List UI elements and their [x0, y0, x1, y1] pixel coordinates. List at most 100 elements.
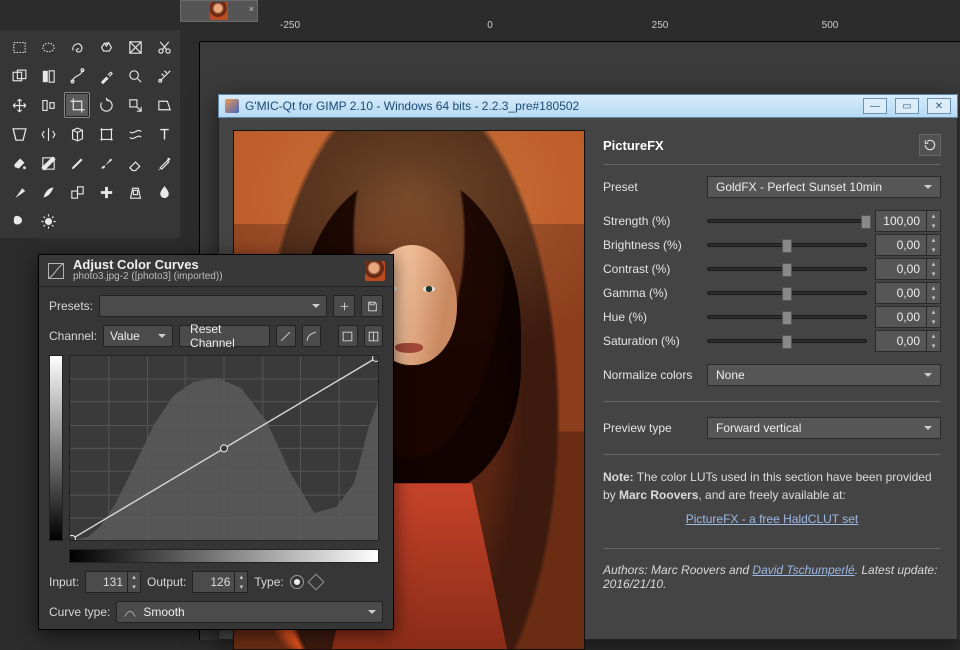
preset-select[interactable]: GoldFX - Perfect Sunset 10min — [707, 176, 941, 198]
view-picker-button[interactable] — [338, 325, 357, 347]
tool-bucket-fill[interactable] — [6, 150, 32, 176]
tool-mypaint[interactable] — [35, 179, 61, 205]
spinner-arrows[interactable]: ▴▾ — [927, 258, 941, 280]
slider-strength[interactable] — [707, 210, 867, 232]
spinner-contrast[interactable]: 0,00▴▾ — [875, 258, 941, 280]
spinner-brightness[interactable]: 0,00▴▾ — [875, 234, 941, 256]
tool-bycolor[interactable] — [35, 63, 61, 89]
spinner-saturation[interactable]: 0,00▴▾ — [875, 330, 941, 352]
output-spinner[interactable]: 126 ▴▾ — [192, 571, 248, 593]
slider-contrast[interactable] — [707, 258, 867, 280]
tool-blur-sharpen[interactable] — [151, 179, 177, 205]
tool-eraser[interactable] — [122, 150, 148, 176]
tool-smudge[interactable] — [6, 208, 32, 234]
spinner-strength[interactable]: 100,00▴▾ — [875, 210, 941, 232]
tool-heal[interactable] — [93, 179, 119, 205]
curves-graph[interactable] — [69, 355, 379, 541]
tool-paths[interactable] — [64, 63, 90, 89]
slider-saturation[interactable] — [707, 330, 867, 352]
slider-brightness[interactable] — [707, 234, 867, 256]
tool-blend[interactable] — [35, 150, 61, 176]
tool-ink[interactable] — [6, 179, 32, 205]
spinner-gamma[interactable]: 0,00▴▾ — [875, 282, 941, 304]
value-contrast[interactable]: 0,00 — [875, 258, 927, 280]
tool-shear[interactable] — [151, 92, 177, 118]
author-link[interactable]: David Tschumperlé — [752, 563, 854, 577]
tool-crop[interactable] — [64, 92, 90, 118]
preview-type-select[interactable]: Forward vertical — [707, 417, 941, 439]
reset-channel-button[interactable]: Reset Channel — [179, 325, 270, 347]
histogram-log-button[interactable] — [302, 325, 321, 347]
normalize-select[interactable]: None — [707, 364, 941, 386]
tool-foreground-select[interactable] — [6, 63, 32, 89]
histogram-linear-button[interactable] — [276, 325, 295, 347]
tool-zoom[interactable] — [122, 63, 148, 89]
value-hue[interactable]: 0,00 — [875, 306, 927, 328]
type-corner-radio[interactable] — [307, 574, 324, 591]
curve-type-row: Curve type: Smooth — [49, 601, 383, 623]
tool-measure[interactable] — [151, 63, 177, 89]
curves-titlebar[interactable]: Adjust Color Curves photo3.jpg-2 ([photo… — [39, 255, 393, 287]
tool-color-select[interactable] — [122, 34, 148, 60]
tool-align[interactable] — [35, 92, 61, 118]
tool-ellipse-select[interactable] — [35, 34, 61, 60]
spinner-arrows[interactable]: ▴▾ — [927, 234, 941, 256]
tool-airbrush[interactable] — [151, 150, 177, 176]
tool-cage[interactable] — [64, 121, 90, 147]
curve-type-select[interactable]: Smooth — [116, 601, 383, 623]
image-tab[interactable]: × — [180, 0, 258, 22]
spinner-arrows[interactable]: ▴▾ — [927, 306, 941, 328]
tool-text[interactable] — [151, 121, 177, 147]
spinner-arrows[interactable]: ▴▾ — [927, 282, 941, 304]
presets-select[interactable] — [99, 295, 327, 317]
tool-flip[interactable] — [35, 121, 61, 147]
spinner-arrows[interactable]: ▴▾ — [927, 210, 941, 232]
tool-rect-select[interactable] — [6, 34, 32, 60]
tool-perspective[interactable] — [6, 121, 32, 147]
reload-button[interactable] — [919, 134, 941, 156]
note-link[interactable]: PictureFX - a free HaldCLUT set — [603, 511, 941, 528]
log-icon — [305, 330, 318, 343]
tool-fuzzy-select[interactable] — [93, 34, 119, 60]
spinner-arrows[interactable]: ▴▾ — [234, 571, 248, 593]
spinner-arrows[interactable]: ▴▾ — [127, 571, 141, 593]
input-value[interactable]: 131 — [85, 571, 127, 593]
tool-free-select[interactable] — [64, 34, 90, 60]
spinner-arrows[interactable]: ▴▾ — [927, 330, 941, 352]
curves-icon — [47, 262, 65, 280]
tool-paintbrush[interactable] — [93, 150, 119, 176]
channel-select[interactable]: Value — [103, 325, 173, 347]
output-value[interactable]: 126 — [192, 571, 234, 593]
save-preset-button[interactable] — [361, 295, 383, 317]
value-strength[interactable]: 100,00 — [875, 210, 927, 232]
minimize-button[interactable]: — — [863, 98, 887, 114]
tool-warp[interactable] — [122, 121, 148, 147]
spinner-hue[interactable]: 0,00▴▾ — [875, 306, 941, 328]
reload-icon — [923, 138, 937, 152]
tool-perspective-clone[interactable] — [122, 179, 148, 205]
value-saturation[interactable]: 0,00 — [875, 330, 927, 352]
gmic-titlebar[interactable]: G'MIC-Qt for GIMP 2.10 - Windows 64 bits… — [218, 94, 958, 118]
view-split-button[interactable] — [364, 325, 383, 347]
tool-dodge-burn[interactable] — [35, 208, 61, 234]
input-spinner[interactable]: 131 ▴▾ — [85, 571, 141, 593]
close-button[interactable]: ✕ — [927, 98, 951, 114]
close-icon[interactable]: × — [249, 4, 254, 14]
tool-scale[interactable] — [122, 92, 148, 118]
ruler-horizontal[interactable]: -250 0 250 500 — [200, 22, 960, 42]
tool-unified-transform[interactable] — [93, 121, 119, 147]
add-preset-button[interactable] — [333, 295, 355, 317]
tool-clone[interactable] — [64, 179, 90, 205]
tool-move[interactable] — [6, 92, 32, 118]
value-brightness[interactable]: 0,00 — [875, 234, 927, 256]
type-smooth-radio[interactable] — [290, 575, 304, 589]
rect-select-icon — [11, 39, 28, 56]
tool-rotate[interactable] — [93, 92, 119, 118]
slider-gamma[interactable] — [707, 282, 867, 304]
slider-hue[interactable] — [707, 306, 867, 328]
value-gamma[interactable]: 0,00 — [875, 282, 927, 304]
tool-intelligent-scissors[interactable] — [151, 34, 177, 60]
maximize-button[interactable]: ▭ — [895, 98, 919, 114]
tool-pencil[interactable] — [64, 150, 90, 176]
tool-color-picker[interactable] — [93, 63, 119, 89]
